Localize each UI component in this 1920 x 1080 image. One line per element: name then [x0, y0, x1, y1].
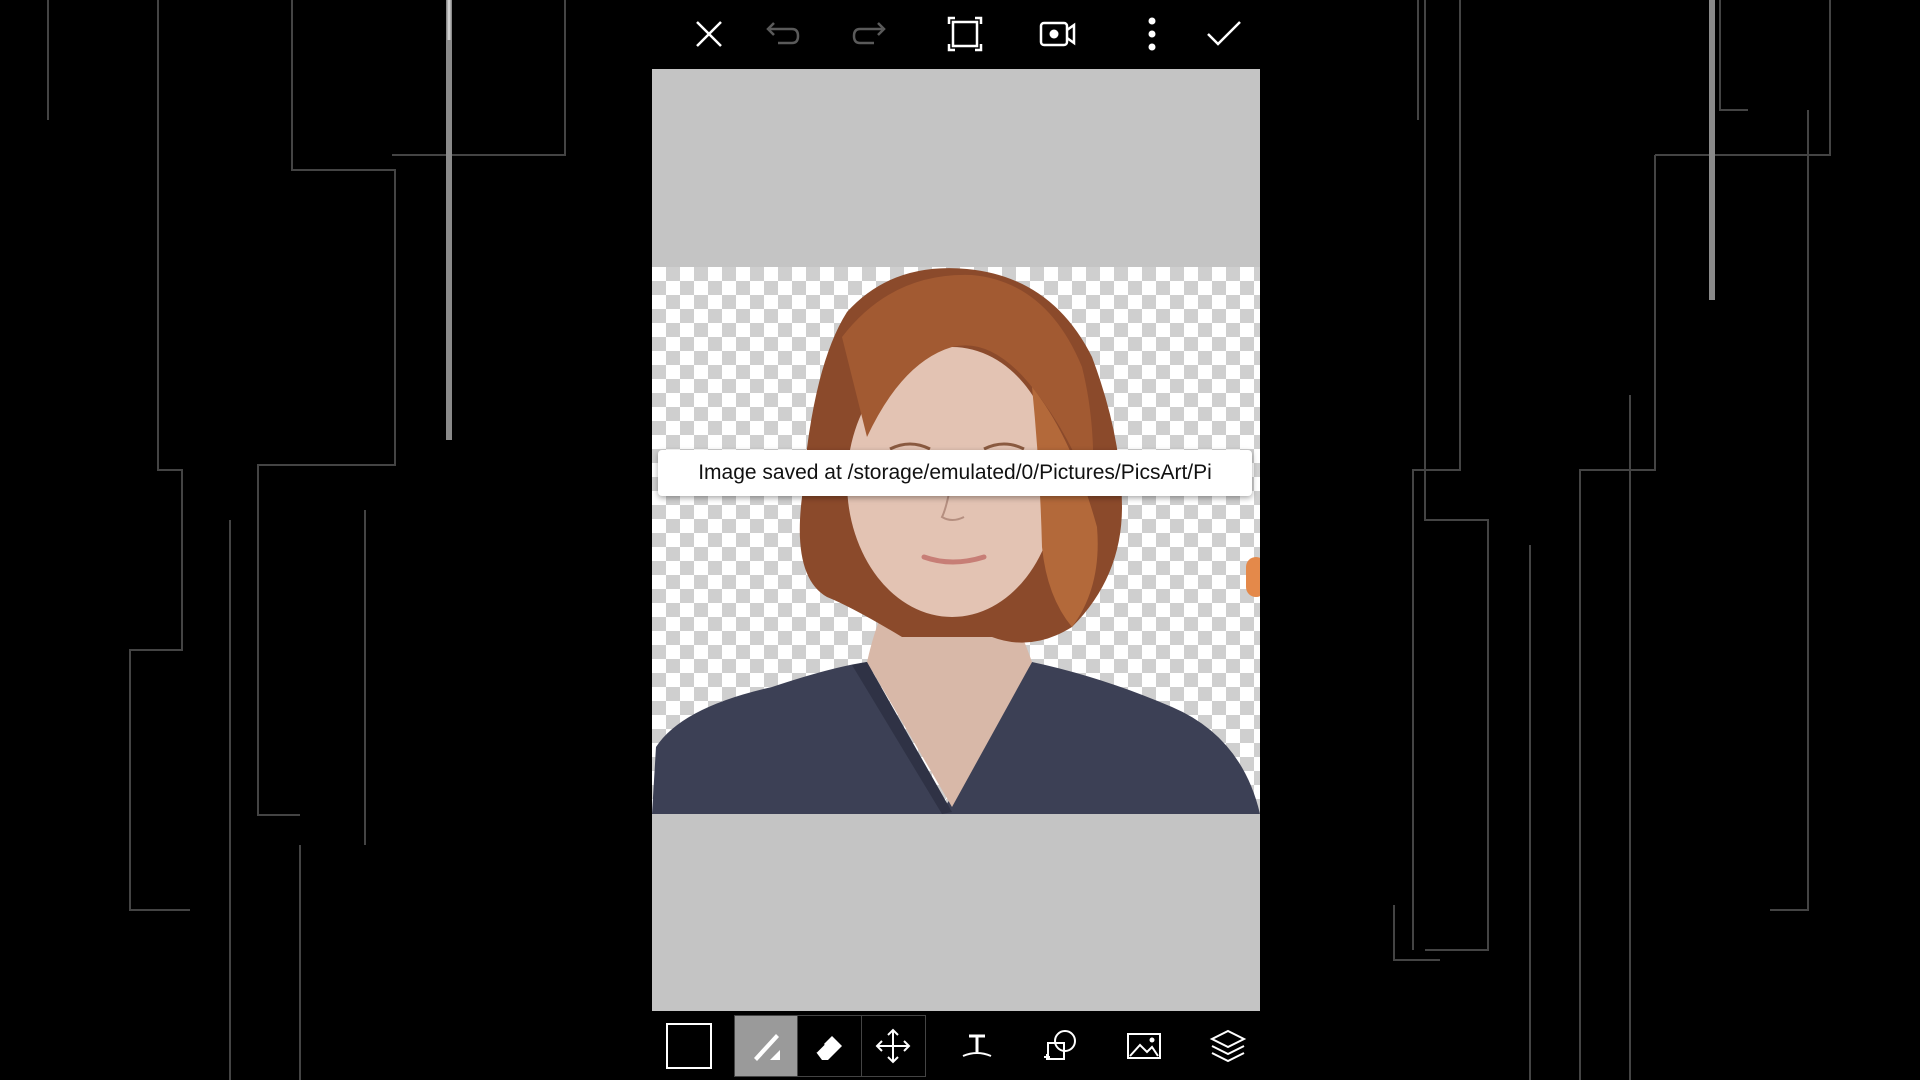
color-swatch-button[interactable]	[661, 1015, 717, 1077]
more-vertical-icon[interactable]	[1130, 12, 1174, 56]
crop-frame-icon[interactable]	[943, 12, 987, 56]
layers-icon	[1209, 1029, 1247, 1063]
color-swatch	[666, 1023, 712, 1069]
editor-canvas[interactable]	[652, 69, 1260, 1011]
eraser-icon	[814, 1036, 842, 1060]
close-icon[interactable]	[687, 12, 731, 56]
video-record-icon[interactable]	[1036, 12, 1080, 56]
person-cutout-image	[652, 268, 1260, 814]
layers-tool-button[interactable]	[1198, 1015, 1258, 1077]
eraser-tool-button[interactable]	[798, 1016, 862, 1076]
handle-indicator[interactable]	[1246, 557, 1260, 597]
toast-message: Image saved at /storage/emulated/0/Pictu…	[698, 461, 1212, 484]
cutout-photo-layer[interactable]	[652, 267, 1260, 814]
save-toast: Image saved at /storage/emulated/0/Pictu…	[658, 450, 1252, 496]
move-tool-button[interactable]	[862, 1016, 925, 1076]
add-image-tool-button[interactable]	[1114, 1015, 1174, 1077]
editor-screen: Image saved at /storage/emulated/0/Pictu…	[652, 0, 1260, 1080]
text-tool-button[interactable]	[947, 1015, 1007, 1077]
redo-icon[interactable]	[850, 12, 894, 56]
check-icon[interactable]	[1202, 12, 1246, 56]
undo-icon[interactable]	[758, 12, 802, 56]
draw-tool-group	[734, 1015, 926, 1077]
shape-select-tool-button[interactable]	[1031, 1015, 1091, 1077]
top-toolbar	[652, 0, 1260, 69]
shape-select-icon	[1044, 1030, 1076, 1060]
bottom-toolbar	[652, 1011, 1260, 1080]
brush-icon	[754, 1034, 781, 1061]
brush-tool-button[interactable]	[735, 1016, 799, 1076]
move-icon	[875, 1028, 911, 1064]
add-image-icon	[1127, 1033, 1161, 1059]
text-icon	[962, 1034, 992, 1057]
